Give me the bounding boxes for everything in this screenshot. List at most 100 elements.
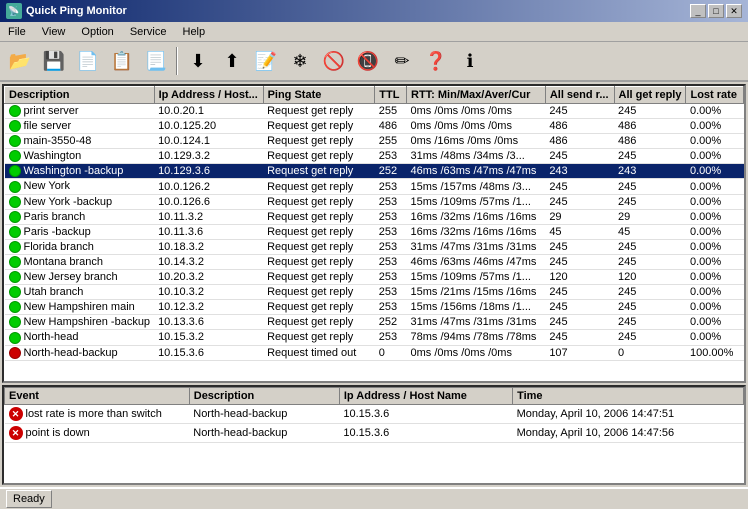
cell-lost: 0.00% — [686, 119, 744, 134]
menu-item-file[interactable]: File — [4, 25, 30, 39]
col-header-reply[interactable]: All get reply — [614, 87, 686, 104]
help-button[interactable]: ❓ — [420, 45, 452, 77]
table-row[interactable]: Washington -backup10.129.3.6Request get … — [5, 164, 744, 179]
cell-reply: 245 — [614, 285, 686, 300]
table-row[interactable]: print server10.0.20.1Request get reply25… — [5, 104, 744, 119]
event-col-event[interactable]: Event — [5, 388, 190, 405]
event-cell-ip: 10.15.3.6 — [339, 424, 512, 443]
table-row[interactable]: file server10.0.125.20Request get reply4… — [5, 119, 744, 134]
table-row[interactable]: Utah branch10.10.3.2Request get reply253… — [5, 285, 744, 300]
cell-ttl: 253 — [375, 300, 407, 315]
menu-item-help[interactable]: Help — [179, 25, 210, 39]
event-col-time[interactable]: Time — [513, 388, 744, 405]
menu-item-view[interactable]: View — [38, 25, 70, 39]
cell-send: 245 — [545, 194, 614, 209]
table-row[interactable]: New York -backup10.0.126.6Request get re… — [5, 194, 744, 209]
minimize-button[interactable]: _ — [690, 4, 706, 18]
event-col-ip[interactable]: Ip Address / Host Name — [339, 388, 512, 405]
error-icon: ✕ — [9, 426, 23, 440]
col-header-ttl[interactable]: TTL — [375, 87, 407, 104]
status-dot — [9, 165, 21, 177]
title-buttons: _ □ ✕ — [690, 4, 742, 18]
cell-ip: 10.14.3.2 — [154, 254, 263, 269]
close-button[interactable]: ✕ — [726, 4, 742, 18]
table-row[interactable]: North-head10.15.3.2Request get reply2537… — [5, 330, 744, 345]
event-header-row: Event Description Ip Address / Host Name… — [5, 388, 744, 405]
table-row[interactable]: main-3550-4810.0.124.1Request get reply2… — [5, 134, 744, 149]
table-row[interactable]: North-head-backup10.15.3.6Request timed … — [5, 345, 744, 360]
cell-ttl: 253 — [375, 270, 407, 285]
cell-rtt: 15ms /156ms /18ms /1... — [407, 300, 546, 315]
cell-lost: 0.00% — [686, 134, 744, 149]
maximize-button[interactable]: □ — [708, 4, 724, 18]
table-row[interactable]: New York10.0.126.2Request get reply25315… — [5, 179, 744, 194]
table-row[interactable]: New Hampshiren main10.12.3.2Request get … — [5, 300, 744, 315]
event-col-desc[interactable]: Description — [189, 388, 339, 405]
col-header-rtt[interactable]: RTT: Min/Max/Aver/Cur — [407, 87, 546, 104]
cell-ttl: 253 — [375, 209, 407, 224]
table-row[interactable]: Montana branch10.14.3.2Request get reply… — [5, 254, 744, 269]
cell-send: 245 — [545, 104, 614, 119]
new-button[interactable]: 📄 — [72, 45, 104, 77]
cell-rtt: 46ms /63ms /46ms /47ms — [407, 254, 546, 269]
col-header-ip[interactable]: Ip Address / Host... — [154, 87, 263, 104]
status-dot — [9, 120, 21, 132]
cell-reply: 29 — [614, 209, 686, 224]
arrow-down-button[interactable]: ⬇ — [182, 45, 214, 77]
cell-reply: 245 — [614, 104, 686, 119]
cell-state: Request get reply — [263, 300, 375, 315]
menu-item-service[interactable]: Service — [126, 25, 171, 39]
event-row[interactable]: ✕point is downNorth-head-backup10.15.3.6… — [5, 424, 744, 443]
arrow-up-button[interactable]: ⬆ — [216, 45, 248, 77]
cell-ttl: 253 — [375, 224, 407, 239]
col-header-lost[interactable]: Lost rate — [686, 87, 744, 104]
cell-ip: 10.15.3.6 — [154, 345, 263, 360]
status-text: Ready — [13, 493, 45, 505]
open-button[interactable]: 📂 — [4, 45, 36, 77]
table-row[interactable]: Paris -backup10.11.3.6Request get reply2… — [5, 224, 744, 239]
menu-item-option[interactable]: Option — [77, 25, 117, 39]
info-button[interactable]: ℹ — [454, 45, 486, 77]
table-row[interactable]: Washington10.129.3.2Request get reply253… — [5, 149, 744, 164]
toolbar: 📂💾📄📋📃 ⬇⬆📝❄🚫📵✏❓ℹ — [0, 42, 748, 82]
cell-ttl: 253 — [375, 239, 407, 254]
col-header-desc[interactable]: Description — [5, 87, 155, 104]
event-cell-event: ✕lost rate is more than switch — [5, 405, 190, 424]
status-dot — [9, 316, 21, 328]
cell-desc: print server — [24, 105, 79, 117]
main-content: Description Ip Address / Host... Ping St… — [0, 82, 748, 487]
event-row[interactable]: ✕lost rate is more than switchNorth-head… — [5, 405, 744, 424]
add-button[interactable]: 📝 — [250, 45, 282, 77]
cell-desc: Washington -backup — [24, 165, 124, 177]
cell-reply: 45 — [614, 224, 686, 239]
status-dot — [9, 181, 21, 193]
col-header-state[interactable]: Ping State — [263, 87, 375, 104]
ping-table-wrapper: Description Ip Address / Host... Ping St… — [2, 84, 746, 383]
cell-desc: Utah branch — [24, 286, 84, 298]
freeze-button[interactable]: ❄ — [284, 45, 316, 77]
cell-lost: 0.00% — [686, 254, 744, 269]
copy-button[interactable]: 📋 — [106, 45, 138, 77]
no-signal-button[interactable]: 📵 — [352, 45, 384, 77]
table-row[interactable]: New Jersey branch10.20.3.2Request get re… — [5, 270, 744, 285]
status-dot — [9, 271, 21, 283]
paste-button[interactable]: 📃 — [140, 45, 172, 77]
table-row[interactable]: Florida branch10.18.3.2Request get reply… — [5, 239, 744, 254]
cell-lost: 0.00% — [686, 315, 744, 330]
ping-table-scroll[interactable]: Description Ip Address / Host... Ping St… — [4, 86, 744, 381]
cell-reply: 245 — [614, 254, 686, 269]
table-row[interactable]: Paris branch10.11.3.2Request get reply25… — [5, 209, 744, 224]
cell-rtt: 78ms /94ms /78ms /78ms — [407, 330, 546, 345]
status-dot — [9, 332, 21, 344]
cell-send: 245 — [545, 179, 614, 194]
cell-state: Request get reply — [263, 330, 375, 345]
col-header-send[interactable]: All send r... — [545, 87, 614, 104]
cell-rtt: 0ms /0ms /0ms /0ms — [407, 104, 546, 119]
table-row[interactable]: New Hampshiren -backup10.13.3.6Request g… — [5, 315, 744, 330]
stop-button[interactable]: 🚫 — [318, 45, 350, 77]
edit-button[interactable]: ✏ — [386, 45, 418, 77]
cell-lost: 0.00% — [686, 224, 744, 239]
save-button[interactable]: 💾 — [38, 45, 70, 77]
status-dot — [9, 256, 21, 268]
cell-rtt: 15ms /21ms /15ms /16ms — [407, 285, 546, 300]
